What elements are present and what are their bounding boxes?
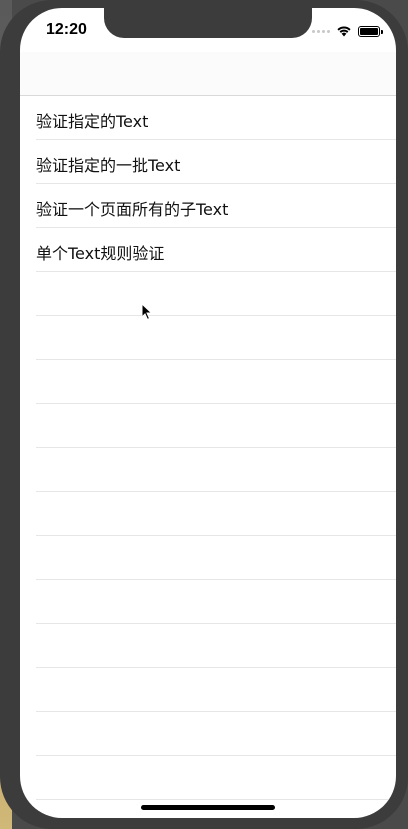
status-time: 12:20	[46, 21, 87, 38]
navigation-bar	[20, 52, 396, 96]
table-row-label: 验证指定的一批Text	[36, 156, 181, 175]
table-row-empty	[20, 624, 396, 668]
table-row-empty	[20, 580, 396, 624]
wifi-icon	[337, 26, 351, 37]
table-row-empty	[20, 404, 396, 448]
table-row-empty	[20, 272, 396, 316]
table-row-verify-specified-text[interactable]: 验证指定的Text	[20, 96, 396, 140]
table-row-empty	[20, 316, 396, 360]
table-row-empty	[20, 360, 396, 404]
battery-icon	[358, 25, 383, 37]
signal-icon	[312, 29, 330, 33]
table-row-empty	[20, 756, 396, 800]
table-row-label: 单个Text规则验证	[36, 244, 165, 263]
status-icons	[312, 25, 383, 37]
device-notch	[104, 8, 312, 38]
table-row-verify-batch-text[interactable]: 验证指定的一批Text	[20, 140, 396, 184]
table-row-empty	[20, 448, 396, 492]
home-indicator[interactable]	[141, 805, 275, 810]
table-row-single-text-rule[interactable]: 单个Text规则验证	[20, 228, 396, 272]
table-row-empty	[20, 492, 396, 536]
table-row-empty	[20, 712, 396, 756]
table-row-label: 验证一个页面所有的子Text	[36, 200, 229, 219]
table-row-empty	[20, 536, 396, 580]
table-row-verify-page-subtext[interactable]: 验证一个页面所有的子Text	[20, 184, 396, 228]
table-view[interactable]: 验证指定的Text 验证指定的一批Text 验证一个页面所有的子Text 单个T…	[20, 96, 396, 800]
device-frame: 12:20 验证指定的Text 验证指定的一批Text 验证一个页面所有的子Te…	[0, 0, 408, 829]
table-row-empty	[20, 668, 396, 712]
phone-screen: 12:20 验证指定的Text 验证指定的一批Text 验证一个页面所有的子Te…	[20, 8, 396, 818]
mouse-cursor-icon	[141, 303, 153, 321]
table-row-label: 验证指定的Text	[36, 112, 149, 131]
